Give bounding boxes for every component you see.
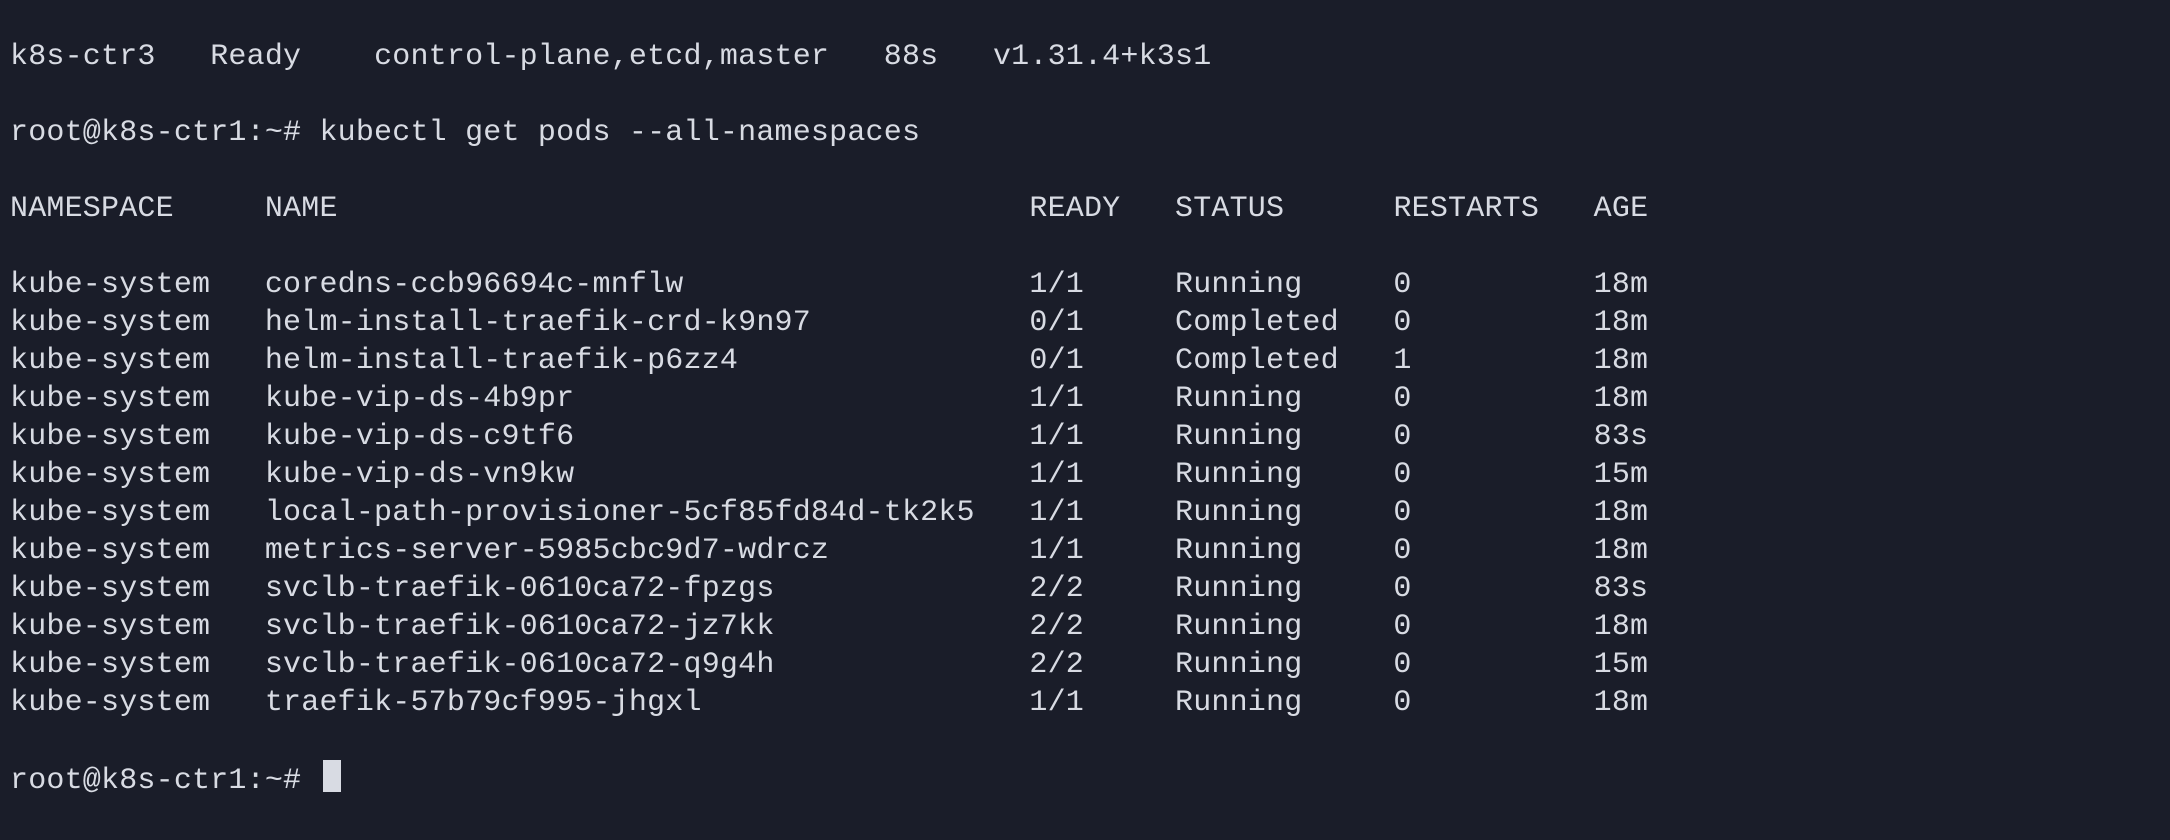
prompt-line-2[interactable]: root@k8s-ctr1:~# [10,760,2160,800]
pods-row: kube-system kube-vip-ds-c9tf6 1/1 Runnin… [10,418,2160,456]
prev-node-row: k8s-ctr3 Ready control-plane,etcd,master… [10,38,2160,76]
pods-row: kube-system coredns-ccb96694c-mnflw 1/1 … [10,266,2160,304]
col-name: NAME [265,192,1030,226]
terminal[interactable]: k8s-ctr3 Ready control-plane,etcd,master… [0,0,2170,840]
col-ready: READY [1029,192,1175,226]
node-name: k8s-ctr3 [10,40,210,74]
node-age: 88s [884,40,993,74]
node-roles: control-plane,etcd,master [374,40,884,74]
shell-prompt: root@k8s-ctr1:~# [10,116,301,150]
pods-row: kube-system local-path-provisioner-5cf85… [10,494,2160,532]
pods-header-row: NAMESPACE NAME READY STATUS RESTARTS AGE [10,190,2160,228]
prompt-line-1: root@k8s-ctr1:~# kubectl get pods --all-… [10,114,2160,152]
pods-row: kube-system kube-vip-ds-vn9kw 1/1 Runnin… [10,456,2160,494]
cursor[interactable] [323,760,341,792]
pods-row: kube-system svclb-traefik-0610ca72-jz7kk… [10,608,2160,646]
command-text: kubectl get pods --all-namespaces [319,116,920,150]
pods-row: kube-system svclb-traefik-0610ca72-q9g4h… [10,646,2160,684]
pods-row: kube-system traefik-57b79cf995-jhgxl 1/1… [10,684,2160,722]
pods-row: kube-system metrics-server-5985cbc9d7-wd… [10,532,2160,570]
pods-row: kube-system helm-install-traefik-crd-k9n… [10,304,2160,342]
node-version: v1.31.4+k3s1 [993,40,1211,74]
col-age: AGE [1594,192,1649,226]
node-status: Ready [210,40,374,74]
col-status: STATUS [1175,192,1393,226]
col-restarts: RESTARTS [1393,192,1593,226]
pods-row: kube-system kube-vip-ds-4b9pr 1/1 Runnin… [10,380,2160,418]
shell-prompt: root@k8s-ctr1:~# [10,764,301,798]
pods-row: kube-system helm-install-traefik-p6zz4 0… [10,342,2160,380]
pods-row: kube-system svclb-traefik-0610ca72-fpzgs… [10,570,2160,608]
col-namespace: NAMESPACE [10,192,265,226]
